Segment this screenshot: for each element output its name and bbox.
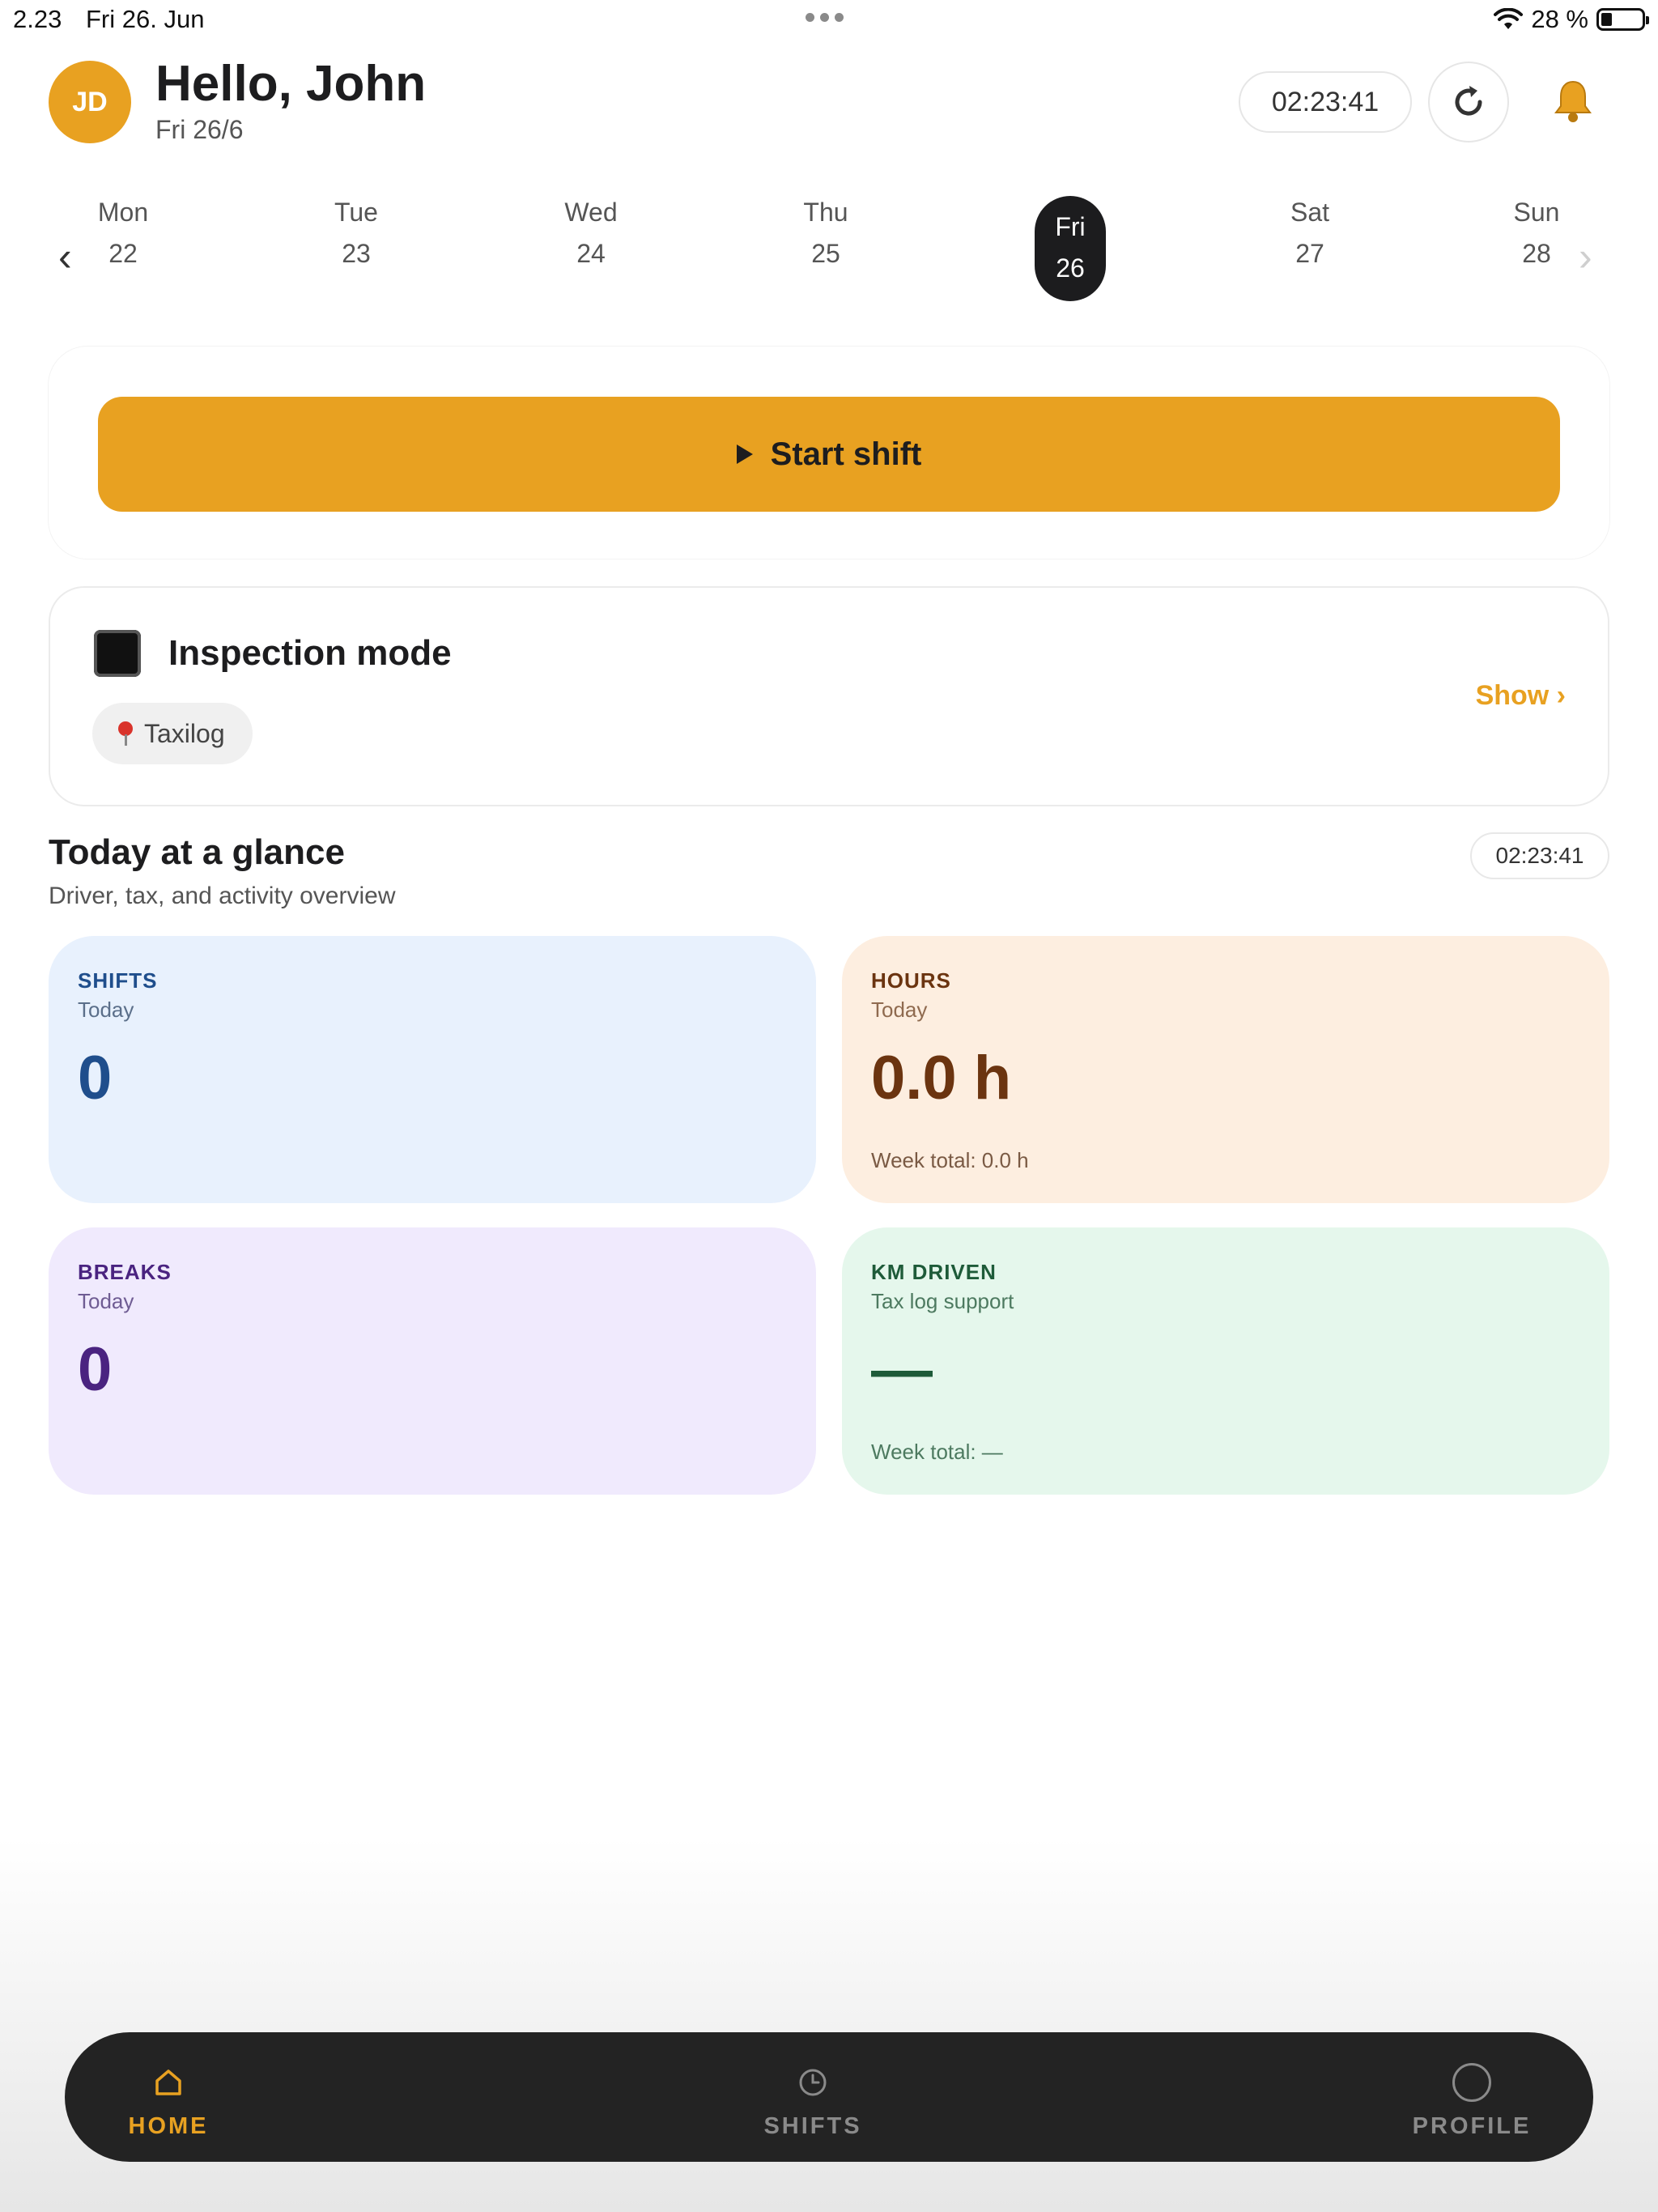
nav-home[interactable]: HOME [87,2063,249,2140]
day-fri-selected[interactable]: Fri 26 [1035,196,1106,301]
day-name: Mon [97,198,149,227]
day-mon[interactable]: Mon 22 [74,191,172,269]
hours-card[interactable]: HOURS Today 0.0 h Week total: 0.0 h [842,936,1609,1203]
location-label: Taxilog [144,718,225,748]
card-value: — [871,1335,933,1404]
day-name: Thu [803,198,848,227]
day-number: 25 [811,239,840,268]
play-icon [736,445,753,464]
start-shift-label: Start shift [770,436,922,472]
day-number: 22 [108,239,138,268]
shift-timer: 02:23:41 [1239,71,1412,133]
battery-icon [1596,8,1649,31]
notifications-button[interactable] [1537,65,1609,138]
nav-shifts-label: SHIFTS [763,2113,862,2139]
km-driven-card[interactable]: KM DRIVEN Tax log support — Week total: … [842,1227,1609,1495]
day-name: Wed [564,198,618,227]
bottom-nav: HOME SHIFTS PROFILE [65,2032,1593,2162]
show-inspection-link[interactable]: Show › [1476,680,1566,712]
map-pin-icon [117,721,134,746]
start-shift-button[interactable]: Start shift [98,397,1560,512]
day-tue[interactable]: Tue 23 [308,191,405,269]
refresh-icon [1455,86,1482,116]
status-indicators: 28 % [1494,5,1649,34]
card-value: 0.0 h [871,1044,1012,1112]
day-number: 26 [1056,253,1085,283]
day-wed[interactable]: Wed 24 [542,191,640,269]
day-name: Sun [1513,198,1560,227]
nav-home-label: HOME [128,2113,209,2139]
wifi-icon [1494,8,1524,29]
day-number: 27 [1295,239,1324,268]
breaks-card[interactable]: BREAKS Today 0 [49,1227,816,1495]
day-name: Tue [334,198,378,227]
day-name: Fri [1055,212,1086,241]
card-label: KM DRIVEN [871,1260,997,1284]
profile-icon [1452,2063,1491,2102]
day-number: 23 [342,239,371,268]
nav-profile-label: PROFILE [1412,2113,1532,2139]
prev-week-arrow[interactable]: ‹ [58,233,72,280]
nav-shifts[interactable]: SHIFTS [732,2063,894,2140]
card-value: 0 [78,1335,113,1404]
battery-percent: 28 % [1531,5,1588,33]
card-sub: Today [871,998,928,1022]
card-label: SHIFTS [78,968,158,993]
day-name: Sat [1290,198,1330,227]
status-date: Fri 26. Jun [86,5,205,33]
header-date: Fri 26/6 [155,115,244,144]
glance-title: Today at a glance [49,832,345,872]
inspection-card: Inspection mode Taxilog Show › [49,586,1609,806]
status-bar: 2.23 Fri 26. Jun 28 % [0,0,1658,40]
day-number: 24 [576,239,606,268]
next-week-arrow[interactable]: › [1579,233,1592,280]
location-chip[interactable]: Taxilog [92,703,253,764]
card-sub: Today [78,998,134,1022]
stop-icon [94,630,141,677]
inspection-title: Inspection mode [168,633,452,673]
status-time: 2.23 [13,5,62,33]
nav-profile[interactable]: PROFILE [1391,2063,1553,2140]
refresh-button[interactable] [1428,62,1509,143]
greeting: Hello, John [155,56,427,112]
clock-icon [799,2069,827,2096]
avatar[interactable]: JD [49,61,131,143]
bell-icon [1554,80,1592,122]
day-sun[interactable]: Sun 28 [1488,191,1585,269]
home-icon [155,2069,181,2095]
card-foot: Week total: 0.0 h [871,1148,1029,1172]
card-sub: Today [78,1289,134,1313]
card-label: HOURS [871,968,951,993]
shifts-card[interactable]: SHIFTS Today 0 [49,936,816,1203]
card-label: BREAKS [78,1260,172,1284]
multitasking-dots-icon[interactable] [806,13,844,22]
day-number: 28 [1522,239,1551,268]
glance-timer: 02:23:41 [1470,832,1609,879]
card-foot: Week total: — [871,1440,1003,1464]
card-value: 0 [78,1044,113,1112]
week-selector: ‹ Mon 22 Tue 23 Wed 24 Thu 25 Fri 26 Sat… [0,191,1658,304]
day-thu[interactable]: Thu 25 [777,191,874,269]
card-sub: Tax log support [871,1289,1014,1313]
day-sat[interactable]: Sat 27 [1261,191,1358,269]
glance-subtitle: Driver, tax, and activity overview [49,883,396,909]
